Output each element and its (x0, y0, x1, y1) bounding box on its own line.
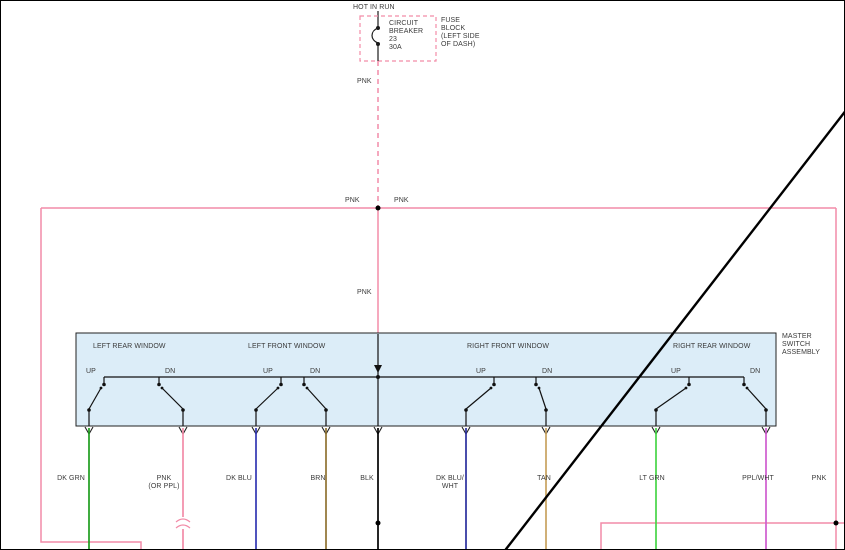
dn-label-1: DN (165, 368, 175, 376)
pnk-label-right: PNK (394, 197, 409, 205)
up-label-1: UP (86, 368, 96, 376)
wire-label-blk: BLK (360, 475, 374, 483)
wire-label-dk-blu-wht: DK BLU/ WHT (436, 475, 464, 491)
wire-label-dk-blu: DK BLU (226, 475, 252, 483)
section-label-right-front: RIGHT FRONT WINDOW (467, 343, 549, 351)
wiring-diagram-canvas (1, 1, 845, 550)
wire-exit-arrowheads (85, 427, 770, 434)
circuit-breaker-symbol (372, 28, 378, 43)
master-switch-box (76, 333, 776, 426)
wire-label-pnk-orppl: PNK (OR PPL) (148, 475, 179, 491)
pnk-label-left: PNK (345, 197, 360, 205)
wire-label-dk-grn: DK GRN (57, 475, 85, 483)
pnk-label-mid: PNK (357, 289, 372, 297)
dn-label-4: DN (750, 368, 760, 376)
master-switch-label: MASTER SWITCH ASSEMBLY (782, 333, 820, 357)
up-label-2: UP (263, 368, 273, 376)
dn-label-2: DN (310, 368, 320, 376)
junction-dot-main (376, 206, 381, 211)
dn-label-3: DN (542, 368, 552, 376)
section-label-right-rear: RIGHT REAR WINDOW (673, 343, 750, 351)
pnk-label-top: PNK (357, 78, 372, 86)
section-label-left-rear: LEFT REAR WINDOW (93, 343, 166, 351)
up-label-4: UP (671, 368, 681, 376)
wire-label-brn: BRN (310, 475, 325, 483)
junction-dot-right (834, 521, 839, 526)
wire-label-tan: TAN (537, 475, 551, 483)
fuse-block-label: FUSE BLOCK (LEFT SIDE OF DASH) (441, 17, 480, 49)
pnk-bottom-right-branch (601, 523, 845, 550)
wire-label-lt-grn: LT GRN (639, 475, 665, 483)
wiring-diagram-page: HOT IN RUN CIRCUIT BREAKER 23 30A FUSE B… (0, 0, 845, 550)
wire-label-pnk-right: PNK (812, 475, 827, 483)
up-label-3: UP (476, 368, 486, 376)
diagonal-line (503, 109, 845, 550)
wire-label-ppl-wht: PPL/WHT (742, 475, 774, 483)
wire-break-symbol (176, 519, 190, 528)
section-label-left-front: LEFT FRONT WINDOW (248, 343, 325, 351)
hot-in-run-label: HOT IN RUN (353, 4, 395, 12)
circuit-breaker-label: CIRCUIT BREAKER 23 30A (389, 20, 423, 52)
junction-dot-blk (376, 521, 381, 526)
